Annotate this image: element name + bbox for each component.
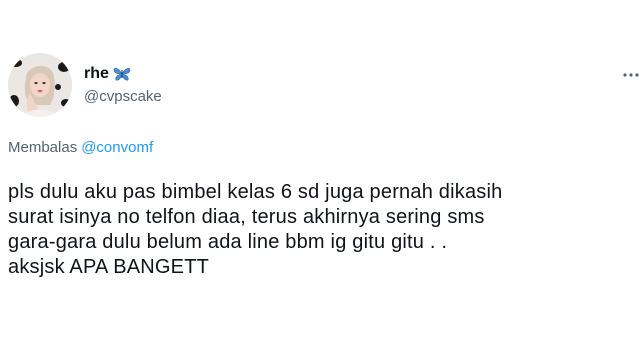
tweet-text: pls dulu aku pas bimbel kelas 6 sd juga … (8, 180, 608, 280)
reply-context: Membalas @convomf (8, 138, 153, 158)
butterfly-icon (113, 66, 131, 82)
author-names: rhe @cvpscake (84, 63, 162, 107)
more-dots-icon[interactable] (622, 66, 640, 84)
tweet-text-line: aksjsk APA BANGETT (8, 256, 210, 278)
tweet-card: rhe @cvpscake Membalas @convomf pls dulu … (0, 0, 640, 360)
tweet-text-line: pls dulu aku pas bimbel kelas 6 sd juga … (8, 181, 503, 203)
tweet-text-line: surat isinya no telfon diaa, terus akhir… (8, 206, 485, 228)
display-name-row[interactable]: rhe (84, 63, 162, 85)
tweet-text-line: gara-gara dulu belum ada line bbm ig git… (8, 231, 448, 253)
reply-label: Membalas (8, 139, 78, 156)
tweet-header: rhe @cvpscake (8, 50, 162, 120)
handle[interactable]: @cvpscake (84, 87, 162, 107)
display-name[interactable]: rhe (84, 64, 109, 84)
reply-mention-link[interactable]: @convomf (81, 139, 153, 156)
avatar[interactable] (8, 53, 72, 117)
avatar-image (8, 53, 72, 117)
